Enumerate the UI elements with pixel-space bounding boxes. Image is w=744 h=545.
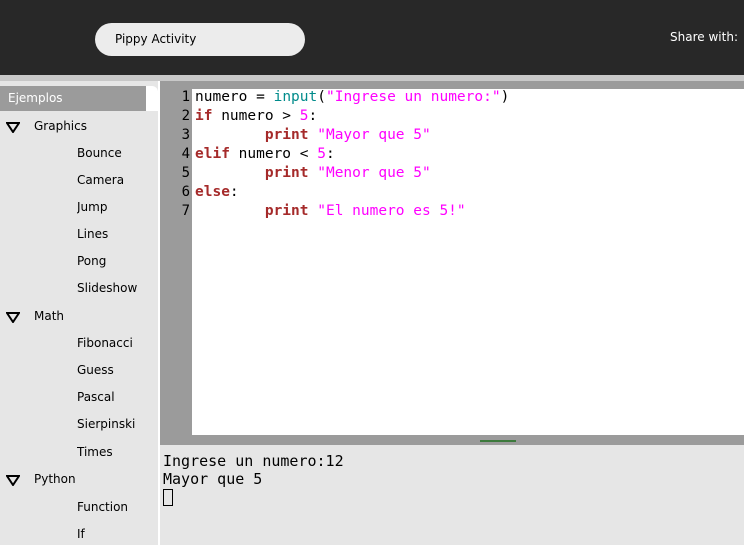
line-number: 7 [181,203,190,219]
code-line-7: print "El numero es 5!" [195,202,466,221]
line-number: 3 [181,127,190,143]
line-number: 1 [181,89,190,105]
output-line: Ingrese un numero:12 [163,452,344,470]
code-string: "Ingrese un numero:" [325,89,501,105]
tree-item-fibonacci[interactable]: Fibonacci [77,330,147,356]
code-string: "Mayor que 5" [308,127,431,143]
activity-title-field[interactable]: Pippy Activity [95,23,305,56]
expander-down-icon[interactable] [6,474,20,486]
output-line: Mayor que 5 [163,470,263,488]
code-number: 5 [317,146,326,162]
code-line-1: numero = input("Ingrese un numero:") [195,88,509,107]
code-token: numero > [212,108,300,124]
examples-header: Ejemplos [0,86,147,111]
expander-down-icon[interactable] [6,311,20,323]
tree-item-camera[interactable]: Camera [77,167,147,193]
tree-item-guess[interactable]: Guess [77,357,147,383]
code-token: : [308,108,318,124]
activity-toolbar: Pippy Activity Share with: [0,0,744,75]
tree-category-python[interactable]: Python [6,466,76,492]
code-token: : [325,146,335,162]
code-line-6: else: [195,183,239,202]
tree-item-jump[interactable]: Jump [77,194,147,220]
share-with-label[interactable]: Share with: [670,30,738,44]
code-line-5: print "Menor que 5" [195,164,431,183]
code-string: "El numero es 5!" [308,203,466,219]
category-label: Graphics [34,119,87,133]
code-line-3: print "Mayor que 5" [195,126,431,145]
tree-item-function[interactable]: Function [77,494,147,520]
code-token: numero [195,89,248,105]
code-keyword: else [195,184,230,200]
examples-tree: Ejemplos Graphics Bounce Camera Jump Lin… [0,81,160,545]
code-keyword: print [264,203,309,219]
code-token: numero < [229,146,318,162]
pane-splitter[interactable] [160,437,744,445]
header-corner [146,86,158,111]
tree-category-graphics[interactable]: Graphics [6,113,87,139]
tree-item-sierpinski[interactable]: Sierpinski [77,411,147,437]
category-label: Python [34,472,76,486]
tree-category-math[interactable]: Math [6,303,64,329]
tree-item-slideshow[interactable]: Slideshow [77,275,147,301]
line-number: 2 [181,108,190,124]
code-number: 5 [299,108,309,124]
code-keyword: print [264,127,309,143]
splitter-grip-icon[interactable] [480,440,516,442]
expander-down-icon[interactable] [6,121,20,133]
code-keyword: elif [195,146,230,162]
code-token: : [229,184,239,200]
tree-item-bounce[interactable]: Bounce [77,140,147,166]
tree-item-lines[interactable]: Lines [77,221,147,247]
code-keyword: if [195,108,213,124]
code-string: "Menor que 5" [308,165,431,181]
code-line-4: elif numero < 5: [195,145,335,164]
tree-item-if[interactable]: If [77,521,147,545]
line-number: 6 [181,184,190,200]
code-line-2: if numero > 5: [195,107,317,126]
code-keyword: print [264,165,309,181]
code-token: ) [500,89,510,105]
code-token: = [247,89,274,105]
text-cursor [163,489,173,506]
tree-item-pascal[interactable]: Pascal [77,384,147,410]
code-builtin: input [273,89,318,105]
tree-item-times[interactable]: Times [77,439,147,465]
code-token: ( [317,89,326,105]
line-number: 4 [181,146,190,162]
line-number: 5 [181,165,190,181]
category-label: Math [34,309,65,323]
tree-item-pong[interactable]: Pong [77,248,147,274]
